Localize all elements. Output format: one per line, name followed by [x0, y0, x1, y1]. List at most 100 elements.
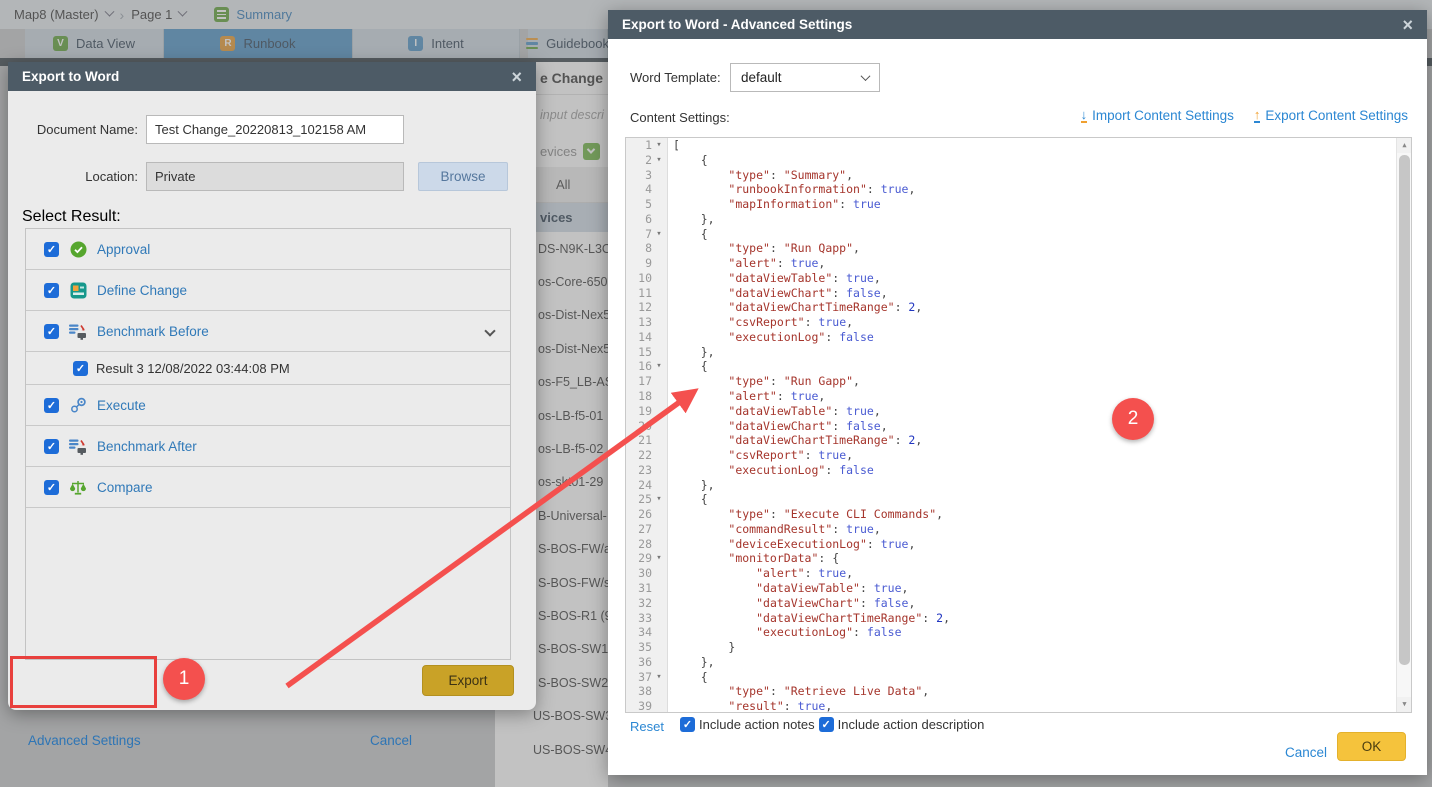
result-label[interactable]: Approval — [97, 242, 150, 257]
fold-marker-icon[interactable] — [652, 640, 666, 655]
result-checkbox[interactable] — [44, 398, 59, 413]
result-checkbox[interactable] — [44, 283, 59, 298]
advanced-cancel-button[interactable]: Cancel — [1285, 745, 1327, 760]
editor-line[interactable]: 18 "alert": true, — [626, 389, 1411, 404]
close-icon[interactable]: × — [511, 68, 522, 86]
editor-line[interactable]: 3 "type": "Summary", — [626, 168, 1411, 183]
fold-marker-icon[interactable]: ▾ — [652, 153, 666, 168]
editor-line[interactable]: 4 "runbookInformation": true, — [626, 182, 1411, 197]
editor-line[interactable]: 12 "dataViewChartTimeRange": 2, — [626, 300, 1411, 315]
editor-line[interactable]: 32 "dataViewChart": false, — [626, 596, 1411, 611]
fold-marker-icon[interactable] — [652, 300, 666, 315]
fold-marker-icon[interactable] — [652, 315, 666, 330]
result-row[interactable]: Compare — [26, 467, 510, 508]
editor-line[interactable]: 10 "dataViewTable": true, — [626, 271, 1411, 286]
editor-line[interactable]: 11 "dataViewChart": false, — [626, 286, 1411, 301]
fold-marker-icon[interactable] — [652, 655, 666, 670]
fold-marker-icon[interactable]: ▾ — [652, 551, 666, 566]
editor-line[interactable]: 24 }, — [626, 478, 1411, 493]
include-action-notes-checkbox[interactable] — [680, 717, 695, 732]
editor-line[interactable]: 37▾ { — [626, 670, 1411, 685]
ok-button[interactable]: OK — [1337, 732, 1406, 761]
editor-line[interactable]: 6 }, — [626, 212, 1411, 227]
result-checkbox[interactable] — [44, 242, 59, 257]
editor-line[interactable]: 36 }, — [626, 655, 1411, 670]
fold-marker-icon[interactable]: ▾ — [652, 138, 666, 153]
fold-marker-icon[interactable] — [652, 374, 666, 389]
fold-marker-icon[interactable]: ▾ — [652, 359, 666, 374]
editor-line[interactable]: 19 "dataViewTable": true, — [626, 404, 1411, 419]
fold-marker-icon[interactable] — [652, 448, 666, 463]
editor-line[interactable]: 34 "executionLog": false — [626, 625, 1411, 640]
result-label[interactable]: Define Change — [97, 283, 187, 298]
document-name-input[interactable] — [146, 115, 404, 144]
fold-marker-icon[interactable] — [652, 330, 666, 345]
result-label[interactable]: Benchmark After — [97, 439, 197, 454]
editor-line[interactable]: 27 "commandResult": true, — [626, 522, 1411, 537]
editor-line[interactable]: 16▾ { — [626, 359, 1411, 374]
fold-marker-icon[interactable] — [652, 684, 666, 699]
editor-line[interactable]: 14 "executionLog": false — [626, 330, 1411, 345]
close-icon[interactable]: × — [1402, 16, 1413, 34]
editor-line[interactable]: 28 "deviceExecutionLog": true, — [626, 537, 1411, 552]
editor-line[interactable]: 2▾ { — [626, 153, 1411, 168]
editor-line[interactable]: 20 "dataViewChart": false, — [626, 419, 1411, 434]
include-action-description-checkbox[interactable] — [819, 717, 834, 732]
editor-line[interactable]: 33 "dataViewChartTimeRange": 2, — [626, 611, 1411, 626]
editor-line[interactable]: 15 }, — [626, 345, 1411, 360]
fold-marker-icon[interactable] — [652, 197, 666, 212]
fold-marker-icon[interactable]: ▾ — [652, 227, 666, 242]
export-button[interactable]: Export — [422, 665, 514, 696]
editor-line[interactable]: 29▾ "monitorData": { — [626, 551, 1411, 566]
editor-line[interactable]: 9 "alert": true, — [626, 256, 1411, 271]
scroll-up-icon[interactable]: ▲ — [1397, 138, 1412, 153]
fold-marker-icon[interactable] — [652, 241, 666, 256]
editor-line[interactable]: 26 "type": "Execute CLI Commands", — [626, 507, 1411, 522]
editor-line[interactable]: 13 "csvReport": true, — [626, 315, 1411, 330]
fold-marker-icon[interactable] — [652, 404, 666, 419]
fold-marker-icon[interactable] — [652, 537, 666, 552]
result-checkbox[interactable] — [44, 324, 59, 339]
result-row[interactable]: Execute — [26, 385, 510, 426]
export-content-settings-link[interactable]: ↑ Export Content Settings — [1254, 108, 1408, 123]
result-label[interactable]: Execute — [97, 398, 146, 413]
fold-marker-icon[interactable] — [652, 256, 666, 271]
result-row[interactable]: Define Change — [26, 270, 510, 311]
fold-marker-icon[interactable] — [652, 522, 666, 537]
content-settings-editor[interactable]: 1▾[2▾ {3 "type": "Summary",4 "runbookInf… — [625, 137, 1412, 713]
fold-marker-icon[interactable] — [652, 596, 666, 611]
fold-marker-icon[interactable] — [652, 625, 666, 640]
editor-line[interactable]: 7▾ { — [626, 227, 1411, 242]
editor-scrollbar[interactable]: ▲ ▼ — [1396, 138, 1411, 712]
scrollbar-thumb[interactable] — [1399, 155, 1410, 665]
editor-line[interactable]: 23 "executionLog": false — [626, 463, 1411, 478]
reset-button[interactable]: Reset — [630, 719, 664, 734]
scroll-down-icon[interactable]: ▼ — [1397, 697, 1412, 712]
editor-line[interactable]: 31 "dataViewTable": true, — [626, 581, 1411, 596]
editor-line[interactable]: 17 "type": "Run Gapp", — [626, 374, 1411, 389]
result-checkbox[interactable] — [44, 480, 59, 495]
result-checkbox[interactable] — [44, 439, 59, 454]
editor-line[interactable]: 22 "csvReport": true, — [626, 448, 1411, 463]
fold-marker-icon[interactable] — [652, 566, 666, 581]
editor-line[interactable]: 21 "dataViewChartTimeRange": 2, — [626, 433, 1411, 448]
editor-line[interactable]: 35 } — [626, 640, 1411, 655]
fold-marker-icon[interactable] — [652, 611, 666, 626]
result-label[interactable]: Result 3 12/08/2022 03:44:08 PM — [96, 361, 290, 376]
editor-line[interactable]: 25▾ { — [626, 492, 1411, 507]
fold-marker-icon[interactable] — [652, 478, 666, 493]
fold-marker-icon[interactable]: ▾ — [652, 670, 666, 685]
fold-marker-icon[interactable] — [652, 345, 666, 360]
word-template-select[interactable]: default — [730, 63, 880, 92]
import-content-settings-link[interactable]: ↓ Import Content Settings — [1081, 108, 1234, 123]
chevron-down-icon[interactable] — [484, 325, 495, 336]
browse-button[interactable]: Browse — [418, 162, 508, 191]
fold-marker-icon[interactable] — [652, 182, 666, 197]
result-row[interactable]: Benchmark Before — [26, 311, 510, 352]
editor-line[interactable]: 30 "alert": true, — [626, 566, 1411, 581]
export-cancel-button[interactable]: Cancel — [370, 733, 412, 748]
fold-marker-icon[interactable] — [652, 168, 666, 183]
result-checkbox[interactable] — [73, 361, 88, 376]
fold-marker-icon[interactable] — [652, 433, 666, 448]
fold-marker-icon[interactable] — [652, 581, 666, 596]
